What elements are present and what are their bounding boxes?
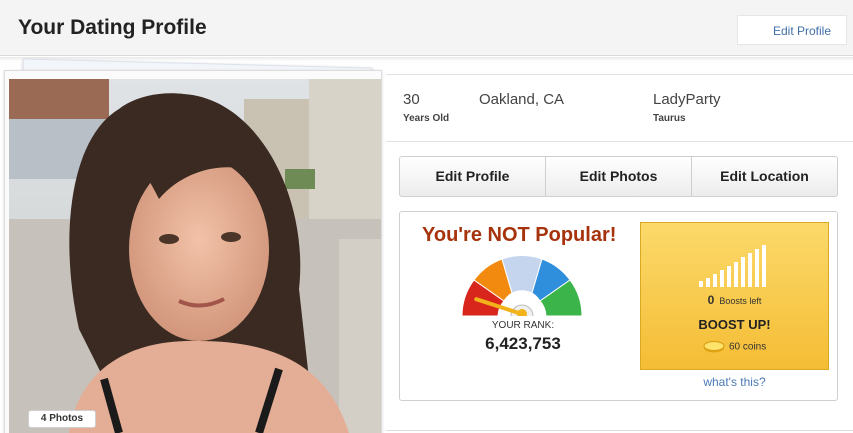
coin-icon — [703, 341, 725, 353]
zodiac-sign: Taurus — [653, 113, 686, 124]
profile-photo[interactable] — [9, 79, 381, 433]
age-block: 30 Years Old — [403, 91, 449, 124]
boost-up-label: BOOST UP! — [698, 317, 771, 332]
popularity-gauge-icon — [461, 256, 583, 316]
edit-photos-button[interactable]: Edit Photos — [546, 157, 692, 196]
edit-location-button[interactable]: Edit Location — [692, 157, 837, 196]
profile-info-strip: 30 Years Old Oakland, CA LadyParty Tauru… — [386, 74, 853, 142]
whats-this-link[interactable]: what's this? — [640, 375, 829, 389]
popularity-panel: You're NOT Popular! YOUR RANK: 6,423,753… — [399, 211, 838, 401]
photo-count-badge[interactable]: 4 Photos — [28, 410, 96, 428]
page-title: Your Dating Profile — [18, 16, 207, 39]
boost-up-button[interactable]: 0 Boosts left BOOST UP! 60 coins — [640, 222, 829, 370]
page-header: Your Dating Profile Edit Profile — [0, 0, 853, 56]
location-block: Oakland, CA — [479, 91, 564, 108]
rank-label: YOUR RANK: — [491, 320, 555, 331]
age-label: Years Old — [403, 113, 450, 124]
coins-row: 60 coins — [703, 341, 766, 353]
popularity-title: You're NOT Popular! — [422, 224, 617, 246]
coins-value: 60 coins — [729, 341, 767, 353]
username-value: LadyParty — [653, 91, 721, 108]
bottom-divider — [386, 430, 853, 431]
username-block: LadyParty Taurus — [653, 91, 721, 124]
header-edit-profile-link[interactable]: Edit Profile — [737, 15, 847, 45]
age-value: 30 — [403, 91, 420, 108]
profile-actions: Edit Profile Edit Photos Edit Location — [399, 156, 838, 197]
edit-profile-button[interactable]: Edit Profile — [400, 157, 546, 196]
boosts-count: 0 — [707, 293, 715, 307]
profile-photo-image — [9, 79, 381, 433]
location-value: Oakland, CA — [479, 91, 565, 108]
signal-bars-icon — [699, 245, 766, 287]
rank-value: 6,423,753 — [485, 334, 561, 353]
boosts-label: Boosts left — [719, 296, 762, 306]
boosts-left: 0 Boosts left — [641, 293, 828, 307]
